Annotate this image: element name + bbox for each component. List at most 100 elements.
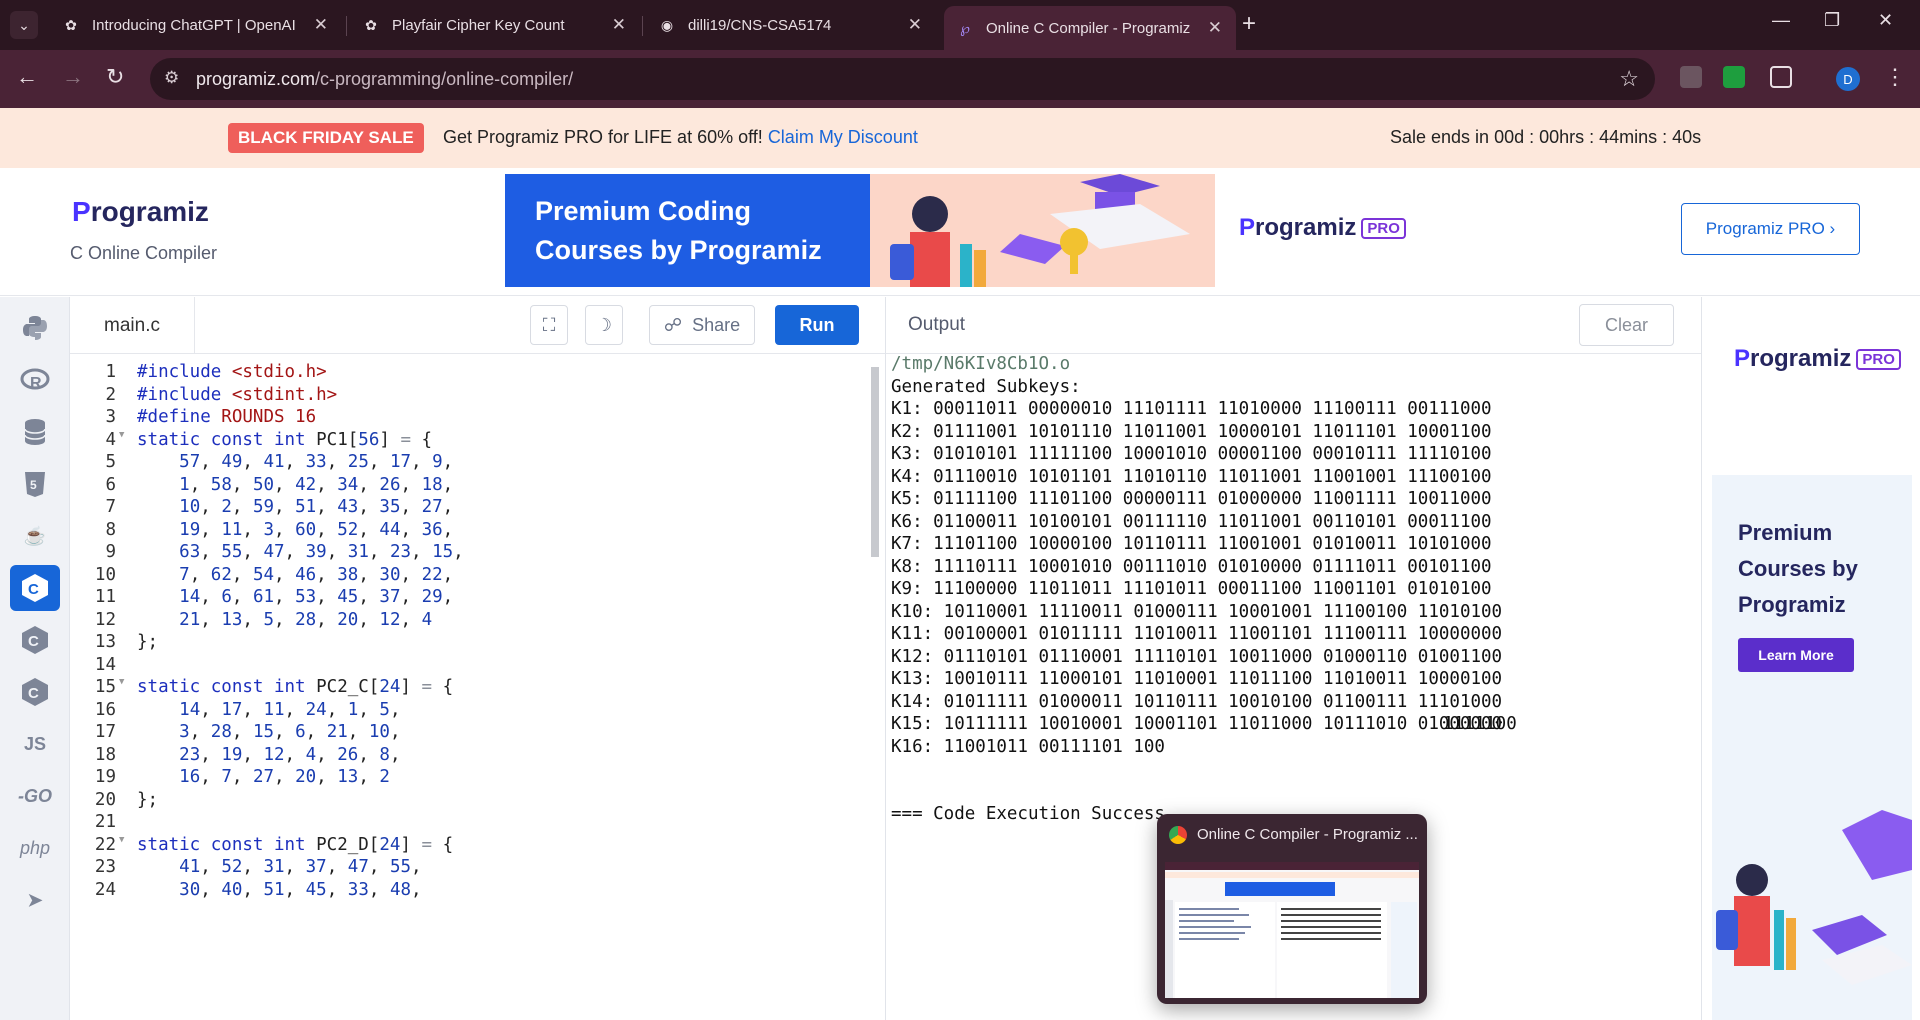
code-text: 1, 58, 50, 42, 34, 26, 18, bbox=[137, 475, 453, 495]
code-token: , bbox=[274, 767, 296, 787]
extensions-puzzle-icon[interactable] bbox=[1770, 66, 1792, 88]
code-token: 34 bbox=[337, 474, 359, 495]
tab-chatgpt[interactable]: ✿ Introducing ChatGPT | OpenAI ✕ bbox=[50, 6, 342, 44]
code-token: , bbox=[368, 542, 390, 562]
r-icon[interactable]: R bbox=[10, 357, 60, 403]
right-ad-logo-area: Programiz PRO bbox=[1712, 305, 1912, 475]
learn-more-button[interactable]: Learn More bbox=[1738, 638, 1854, 672]
c-icon[interactable]: C bbox=[10, 565, 60, 611]
share-button[interactable]: ☍ Share bbox=[649, 305, 755, 345]
code-token: PC2_C[ bbox=[316, 677, 380, 697]
back-icon[interactable]: ← bbox=[16, 64, 38, 90]
code-token: 45 bbox=[337, 587, 359, 607]
code-token: , bbox=[274, 519, 296, 540]
java-icon[interactable]: ☕ bbox=[10, 513, 60, 559]
fullscreen-icon[interactable]: ⛶ bbox=[530, 305, 568, 345]
fold-arrow-icon[interactable]: ▼ bbox=[119, 835, 124, 845]
code-token: , bbox=[442, 497, 454, 517]
sql-icon[interactable] bbox=[10, 409, 60, 455]
output-line-tail: 1111100 bbox=[1443, 714, 1517, 734]
code-token: ROUNDS 16 bbox=[221, 407, 317, 427]
code-token: , bbox=[242, 857, 264, 877]
code-token: , bbox=[305, 722, 327, 742]
bookmark-star-icon[interactable]: ☆ bbox=[1619, 66, 1639, 92]
programiz-logo[interactable]: Programiz bbox=[72, 196, 209, 228]
js-icon[interactable]: JS bbox=[10, 721, 60, 767]
tab-github[interactable]: ◉ dilli19/CNS-CSA5174 ✕ bbox=[646, 6, 936, 44]
editor-scrollbar[interactable] bbox=[871, 367, 879, 557]
claim-discount-link[interactable]: Claim My Discount bbox=[768, 127, 918, 147]
line-number: 9 bbox=[105, 542, 116, 562]
code-token: 59 bbox=[252, 497, 275, 517]
restore-icon[interactable]: ❐ bbox=[1824, 10, 1840, 31]
code-token: 14 bbox=[179, 699, 201, 720]
fold-arrow-icon[interactable]: ▼ bbox=[119, 677, 124, 687]
fold-arrow-icon[interactable]: ▼ bbox=[119, 430, 124, 440]
site-info-icon[interactable]: ⚙ bbox=[164, 68, 179, 88]
close-tab-icon[interactable]: ✕ bbox=[908, 15, 922, 35]
file-tab-main-c[interactable]: main.c bbox=[70, 297, 195, 354]
svg-text:C: C bbox=[28, 685, 39, 702]
code-token: , bbox=[358, 609, 380, 630]
code-token: 33 bbox=[305, 452, 327, 472]
code-token: , bbox=[242, 519, 264, 540]
code-editor[interactable]: 1 #include <stdio.h> 2 #include <stdint.h> 3… bbox=[70, 354, 885, 1020]
code-token: , bbox=[358, 519, 380, 540]
code-token: 17 bbox=[389, 452, 412, 472]
tab-search-dropdown[interactable]: ⌄ bbox=[10, 11, 38, 39]
close-tab-icon[interactable]: ✕ bbox=[1208, 18, 1222, 38]
programiz-pro-button[interactable]: Programiz PRO › bbox=[1681, 203, 1860, 255]
code-token: , bbox=[200, 519, 222, 540]
html5-icon[interactable]: 5 bbox=[10, 461, 60, 507]
close-window-icon[interactable]: ✕ bbox=[1878, 10, 1893, 31]
right-ad-illustration bbox=[1716, 810, 1912, 985]
page-subtitle: C Online Compiler bbox=[70, 243, 218, 263]
code-token: 45 bbox=[305, 879, 327, 900]
minimize-icon[interactable]: — bbox=[1772, 10, 1790, 31]
code-token: 49 bbox=[221, 452, 243, 472]
code-token: 27 bbox=[421, 497, 443, 517]
extension-icon[interactable] bbox=[1680, 66, 1702, 88]
code-token: = bbox=[421, 677, 433, 697]
code-token: 20 bbox=[337, 609, 359, 630]
menu-dots-icon[interactable]: ⋮ bbox=[1884, 64, 1906, 90]
ad-banner[interactable]: Premium Coding Courses by Programiz Prog… bbox=[505, 174, 1415, 287]
python-icon[interactable] bbox=[10, 305, 60, 351]
url-text[interactable]: programiz.com/c-programming/online-compi… bbox=[196, 69, 573, 90]
dark-mode-icon[interactable]: ☽ bbox=[585, 305, 623, 345]
share-icon: ☍ bbox=[663, 314, 683, 335]
output-title: Output bbox=[908, 314, 966, 335]
reload-icon[interactable]: ↻ bbox=[106, 64, 124, 90]
code-token: }; bbox=[137, 632, 159, 652]
code-token: PC2_D[ bbox=[316, 834, 380, 855]
avatar[interactable]: D bbox=[1836, 67, 1860, 91]
code-text: 30, 40, 51, 45, 33, 48, bbox=[137, 879, 421, 900]
close-tab-icon[interactable]: ✕ bbox=[612, 15, 626, 35]
run-button[interactable]: Run bbox=[775, 305, 859, 345]
code-token: 61 bbox=[252, 587, 275, 607]
clear-button[interactable]: Clear bbox=[1579, 304, 1674, 346]
forward-icon[interactable]: → bbox=[62, 64, 84, 90]
address-bar[interactable]: ⚙ programiz.com/c-programming/online-com… bbox=[150, 58, 1655, 100]
code-line[interactable]: 24 30, 40, 51, 45, 33, 48, bbox=[70, 880, 885, 908]
tab-playfair[interactable]: ✿ Playfair Cipher Key Count ✕ bbox=[350, 6, 640, 44]
csharp-icon[interactable]: C bbox=[10, 669, 60, 715]
extension-check-icon[interactable] bbox=[1723, 66, 1745, 88]
chrome-icon bbox=[1169, 826, 1187, 844]
code-token: #include bbox=[137, 362, 232, 382]
tab-programiz[interactable]: ℘ Online C Compiler - Programiz ✕ bbox=[944, 6, 1236, 50]
php-icon[interactable]: php bbox=[10, 825, 60, 871]
output-line: K16: 11001011 00111101 100 bbox=[891, 736, 1165, 757]
code-token: , bbox=[274, 722, 296, 742]
right-ad[interactable]: Programiz PRO Premium Courses by Programi… bbox=[1701, 297, 1920, 1020]
go-icon[interactable]: -GO bbox=[10, 773, 60, 819]
code-token: 31 bbox=[263, 857, 285, 877]
close-tab-icon[interactable]: ✕ bbox=[314, 15, 328, 35]
code-token: static const int bbox=[137, 429, 317, 450]
code-text: static const int PC1[56] = { bbox=[137, 430, 432, 450]
code-token: 46 bbox=[295, 564, 317, 585]
cpp-icon[interactable]: C bbox=[10, 617, 60, 663]
new-tab-button[interactable]: + bbox=[1242, 10, 1256, 38]
swift-icon[interactable]: ➤ bbox=[10, 877, 60, 923]
